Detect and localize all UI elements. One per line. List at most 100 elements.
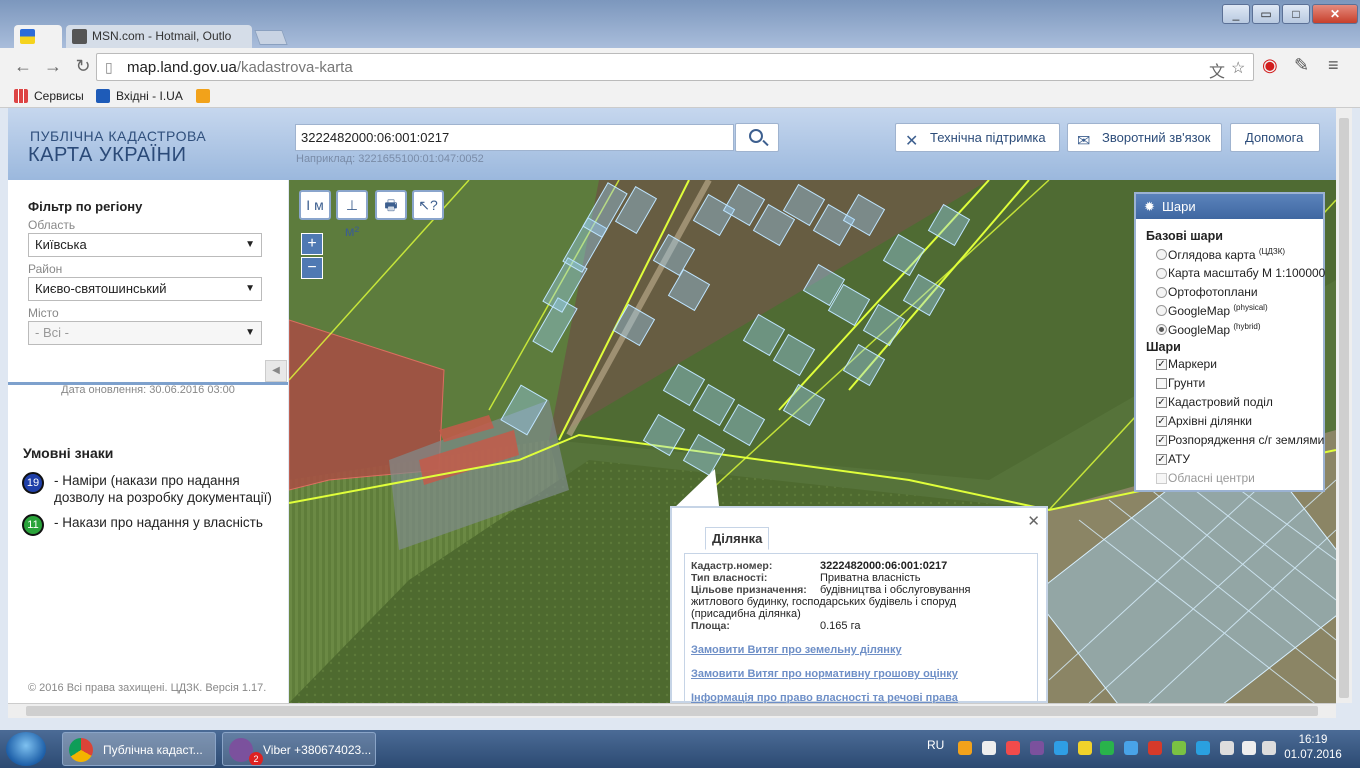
taskbar-chrome[interactable]: Публічна кадаст... <box>62 732 216 766</box>
bookmark-iua[interactable]: Вхідні - I.UA <box>96 87 183 105</box>
radio-button[interactable] <box>1156 268 1167 279</box>
close-icon[interactable]: ✕ <box>1027 512 1040 530</box>
cadastral-map[interactable]: I м ⊥ м² 🖶 ↖? + − ✹ Шари Базові шари Огля… <box>289 180 1336 703</box>
print-button[interactable]: 🖶 <box>375 190 407 220</box>
base-layer-google-hybrid[interactable]: GoogleMap (hybrid) <box>1156 322 1261 337</box>
translate-icon[interactable]: 文 <box>1209 58 1225 82</box>
collapse-panel-button[interactable]: ◀ <box>265 360 287 382</box>
tab-msn[interactable]: MSN.com - Hotmail, Outlo <box>66 25 252 48</box>
radio-button[interactable] <box>1156 287 1167 298</box>
windows-taskbar: Публічна кадаст... 2 Viber +380674023...… <box>0 730 1360 768</box>
layer-agri-label: Розпорядження с/г землями <box>1168 433 1325 447</box>
extension-icon[interactable]: ✎ <box>1294 55 1309 76</box>
checkbox-checked[interactable]: ✓ <box>1156 397 1167 408</box>
cadastre-search-input[interactable]: 3222482000:06:001:0217 <box>295 124 734 151</box>
tray-volume-icon[interactable] <box>1262 741 1276 755</box>
tray-clipboard-icon[interactable] <box>982 741 996 755</box>
help-button[interactable]: Допомога <box>1230 123 1320 152</box>
taskbar-viber[interactable]: 2 Viber +380674023... <box>222 732 376 766</box>
reload-icon[interactable]: ↻ <box>72 56 94 78</box>
horizontal-scrollbar[interactable] <box>8 703 1336 718</box>
order-valuation-extract-link[interactable]: Замовити Витяг про нормативну грошову оц… <box>691 668 958 680</box>
zoom-out-button[interactable]: − <box>301 257 323 279</box>
base-layer-scale-map[interactable]: Карта масштабу М 1:100000 <box>1156 266 1325 280</box>
checkbox-checked[interactable]: ✓ <box>1156 454 1167 465</box>
tray-network-icon[interactable] <box>1124 741 1138 755</box>
ownership-type-value: Приватна власність <box>820 572 921 584</box>
tab-parcel[interactable]: Ділянка <box>705 527 770 550</box>
scrollbar-thumb[interactable] <box>26 706 1318 716</box>
layer-archive-plots[interactable]: ✓ Архівні ділянки <box>1156 414 1252 428</box>
radio-button[interactable] <box>1156 305 1167 316</box>
layer-atu[interactable]: ✓ АТУ <box>1156 452 1190 466</box>
layer-cadastral-division[interactable]: ✓ Кадастровий поділ <box>1156 395 1273 409</box>
zoom-in-button[interactable]: + <box>301 233 323 255</box>
scrollbar-thumb[interactable] <box>1339 118 1349 698</box>
raion-select[interactable]: Києво-святошинський ▼ <box>28 277 262 301</box>
new-tab-button[interactable] <box>254 30 288 45</box>
minimize-button[interactable]: _ <box>1222 4 1250 24</box>
close-window-button[interactable]: ✕ <box>1312 4 1358 24</box>
tray-windows-icon[interactable] <box>1054 741 1068 755</box>
menu-icon[interactable]: ≡ <box>1328 55 1339 76</box>
layer-markers-label: Маркери <box>1168 357 1217 371</box>
cadastre-number-value: 3222482000:06:001:0217 <box>820 560 948 572</box>
tray-viber-icon[interactable] <box>1030 741 1044 755</box>
checkbox[interactable] <box>1156 378 1167 389</box>
opera-extension-icon[interactable]: ◉ <box>1262 55 1278 76</box>
search-button[interactable] <box>735 123 779 152</box>
overlay-layers-title: Шари <box>1146 340 1181 354</box>
language-indicator[interactable]: RU <box>927 738 944 752</box>
tech-support-button[interactable]: ✕ Технічна підтримка <box>895 123 1060 152</box>
tray-cloud-icon[interactable] <box>1196 741 1210 755</box>
tray-game-icon[interactable] <box>1006 741 1020 755</box>
measure-area-button[interactable]: ⊥ м² <box>336 190 368 239</box>
tray-nvidia-icon[interactable] <box>1172 741 1186 755</box>
logo-line1[interactable]: ПУБЛІЧНА КАДАСТРОВА <box>30 128 206 144</box>
forward-icon[interactable]: → <box>42 56 64 78</box>
ownership-info-link[interactable]: Інформація про право власності та речові… <box>691 692 958 703</box>
ukraine-favicon-icon <box>20 29 35 44</box>
maximize-button[interactable]: □ <box>1282 4 1310 24</box>
tab-cadastral[interactable] <box>14 25 62 48</box>
bookmark-star-icon[interactable]: ☆ <box>1231 58 1245 78</box>
base-layer-overview[interactable]: Оглядова карта (ЦДЗК) <box>1156 247 1285 262</box>
tray-app-icon[interactable] <box>958 741 972 755</box>
site-header: ПУБЛІЧНА КАДАСТРОВА КАРТА УКРАЇНИ 322248… <box>8 108 1336 180</box>
order-land-extract-link[interactable]: Замовити Витяг про земельну ділянку <box>691 644 902 656</box>
address-bar[interactable]: ▯ map.land.gov.ua/kadastrova-karta 文 ☆ <box>96 53 1254 81</box>
start-button[interactable] <box>6 732 46 766</box>
tray-sync-icon[interactable] <box>1100 741 1114 755</box>
tray-flag-icon[interactable] <box>1242 741 1256 755</box>
vertical-scrollbar[interactable] <box>1336 108 1352 703</box>
restore-button[interactable]: ▭ <box>1252 4 1280 24</box>
tray-usb-icon[interactable] <box>1220 741 1234 755</box>
oblast-select[interactable]: Київська ▼ <box>28 233 262 257</box>
radio-button-selected[interactable] <box>1156 324 1167 335</box>
misto-select[interactable]: - Всі - ▼ <box>28 321 262 345</box>
checkbox-checked[interactable]: ✓ <box>1156 435 1167 446</box>
tray-wrench-icon[interactable] <box>1078 741 1092 755</box>
base-layer-google-physical[interactable]: GoogleMap (physical) <box>1156 303 1268 318</box>
title-bar: MSN.com - Hotmail, Outlo _ ▭ □ ✕ <box>0 0 1360 48</box>
base-layer-google-physical-label: GoogleMap <box>1168 304 1231 318</box>
identify-button[interactable]: ↖? <box>412 190 444 220</box>
legend-count-badge: 11 <box>22 514 44 536</box>
tray-antivirus-icon[interactable] <box>1148 741 1162 755</box>
layer-agricultural-orders[interactable]: ✓ Розпорядження с/г землями <box>1156 433 1324 447</box>
checkbox-checked[interactable]: ✓ <box>1156 359 1167 370</box>
layer-atu-label: АТУ <box>1168 452 1191 466</box>
clock[interactable]: 16:19 01.07.2016 <box>1283 733 1343 763</box>
back-icon[interactable]: ← <box>12 56 34 78</box>
logo-line2[interactable]: КАРТА УКРАЇНИ <box>28 144 186 167</box>
layer-soils[interactable]: Грунти <box>1156 376 1205 390</box>
radio-button[interactable] <box>1156 249 1167 260</box>
layers-header[interactable]: ✹ Шари <box>1136 194 1323 219</box>
base-layer-orthophoto[interactable]: Ортофотоплани <box>1156 285 1258 299</box>
checkbox-checked[interactable]: ✓ <box>1156 416 1167 427</box>
feedback-button[interactable]: ✉ Зворотний зв'язок <box>1067 123 1222 152</box>
bookmark-services[interactable]: Сервисы <box>14 87 84 105</box>
ua-icon <box>196 89 210 103</box>
measure-length-button[interactable]: I м <box>299 190 331 220</box>
layer-markers[interactable]: ✓ Маркери <box>1156 357 1217 371</box>
